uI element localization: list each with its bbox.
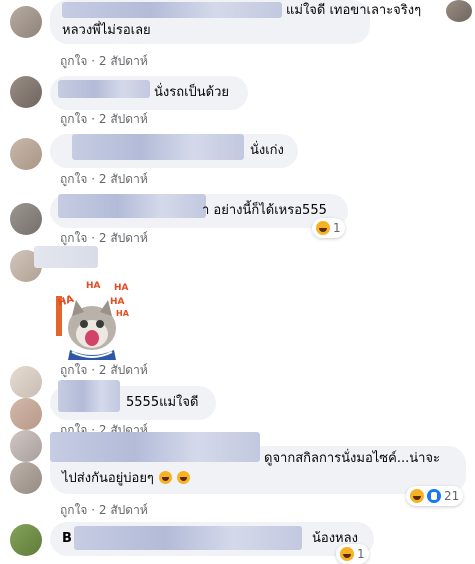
comment-text: 5555แม่ใจดี (126, 395, 199, 410)
commenter-name-redacted[interactable] (34, 246, 98, 268)
comment-bubble: B น้องหลง (50, 522, 374, 556)
commenter-name-initial[interactable]: B (62, 530, 72, 548)
timestamp[interactable]: 2 สัปดาห์ (99, 112, 148, 126)
like-link[interactable]: ถูกใจ (60, 112, 87, 126)
reaction-count[interactable]: 1 (336, 544, 369, 564)
comment-meta: ถูกใจ · 2 สัปดาห์ (60, 52, 148, 71)
comment-bubble: า อย่างนี้ก็ได้เหรอ555 (50, 194, 348, 228)
comment-meta: ถูกใจ · 2 สัปดาห์ (60, 110, 148, 129)
timestamp[interactable]: 2 สัปดาห์ (99, 231, 148, 245)
top-avatar[interactable] (446, 0, 472, 22)
separator: · (91, 112, 99, 126)
comment-avatar[interactable] (10, 524, 42, 556)
commenter-name-redacted[interactable] (58, 194, 206, 218)
like-link[interactable]: ถูกใจ (60, 231, 87, 245)
comment-avatar[interactable] (10, 76, 42, 108)
reaction-count[interactable]: 1 (312, 218, 345, 238)
comment-avatar[interactable] (10, 462, 42, 494)
reaction-count-value: 1 (333, 221, 341, 235)
comment-bubble: นั่งรถเป็นด้วย (50, 76, 248, 110)
comment-bubble: 5555แม่ใจดี (50, 380, 216, 420)
like-link[interactable]: ถูกใจ (60, 363, 87, 377)
commenter-name-redacted[interactable] (62, 2, 282, 18)
commenter-name-redacted[interactable] (58, 80, 150, 98)
sticker-word: HA (114, 283, 129, 293)
sticker-word: HA (110, 297, 125, 307)
comment-avatar[interactable] (10, 6, 42, 38)
comment-meta: ถูกใจ · 2 สัปดาห์ (60, 361, 148, 380)
comment-text: ดูจากสกิลการนั่งมอไซค์...น่าจะ (264, 451, 441, 466)
haha-reaction-icon (316, 221, 330, 235)
like-link[interactable]: ถูกใจ (60, 503, 87, 517)
haha-cat-sticker[interactable]: HA HA HA HA HA (56, 276, 134, 360)
haha-reaction-icon (410, 489, 424, 503)
comment-bubble: ดูจากสกิลการนั่งมอไซค์...น่าจะ ไปส่งกันอ… (50, 432, 466, 494)
reaction-count-value: 21 (444, 489, 460, 503)
timestamp[interactable]: 2 สัปดาห์ (99, 363, 148, 377)
comment-meta: ถูกใจ · 2 สัปดาห์ (60, 170, 148, 189)
timestamp[interactable]: 2 สัปดาห์ (99, 172, 148, 186)
timestamp[interactable]: 2 สัปดาห์ (99, 54, 148, 68)
sticker-word: HA (86, 281, 101, 291)
comment-avatar[interactable] (10, 203, 42, 235)
reaction-count[interactable]: 21 (406, 486, 464, 506)
comment-text: หลวงพี่ไม่รอเลย (62, 23, 151, 38)
haha-emoji-icon (177, 471, 191, 484)
comment-avatar[interactable] (10, 138, 42, 170)
comment-avatar[interactable] (10, 430, 42, 462)
comment-bubble: แม่ใจดี เทอขาเลาะจริงๆ หลวงพี่ไม่รอเลย (50, 0, 421, 44)
separator: · (91, 231, 99, 245)
separator: · (91, 172, 99, 186)
timestamp[interactable]: 2 สัปดาห์ (99, 503, 148, 517)
commenter-name-redacted[interactable] (74, 526, 302, 550)
comment-avatar[interactable] (10, 366, 42, 398)
sticker-word: HA (116, 309, 130, 318)
comment-meta: ถูกใจ · 2 สัปดาห์ (60, 501, 148, 520)
comment-avatar[interactable] (10, 398, 42, 430)
like-link[interactable]: ถูกใจ (60, 54, 87, 68)
separator: · (91, 503, 99, 517)
comment-text: า อย่างนี้ก็ได้เหรอ555 (202, 203, 327, 218)
comment-text-line2: ไปส่งกันอยู่บ่อยๆ (62, 471, 154, 486)
comment-text: ไปส่งกันอยู่บ่อยๆ (62, 470, 191, 488)
commenter-name-redacted[interactable] (72, 134, 244, 160)
comment-text: นั่งรถเป็นด้วย (154, 85, 230, 100)
like-link[interactable]: ถูกใจ (60, 172, 87, 186)
commenter-name-redacted[interactable] (58, 380, 120, 412)
comment-text: แม่ใจดี เทอขาเลาะจริงๆ (286, 3, 422, 18)
haha-emoji-icon (159, 471, 173, 484)
comment-text: นั่งเก่ง (250, 143, 284, 158)
comment-bubble: นั่งเก่ง (50, 134, 298, 168)
separator: · (91, 363, 99, 377)
commenter-name-redacted[interactable] (50, 432, 260, 462)
separator: · (91, 54, 99, 68)
like-reaction-icon (427, 489, 441, 503)
